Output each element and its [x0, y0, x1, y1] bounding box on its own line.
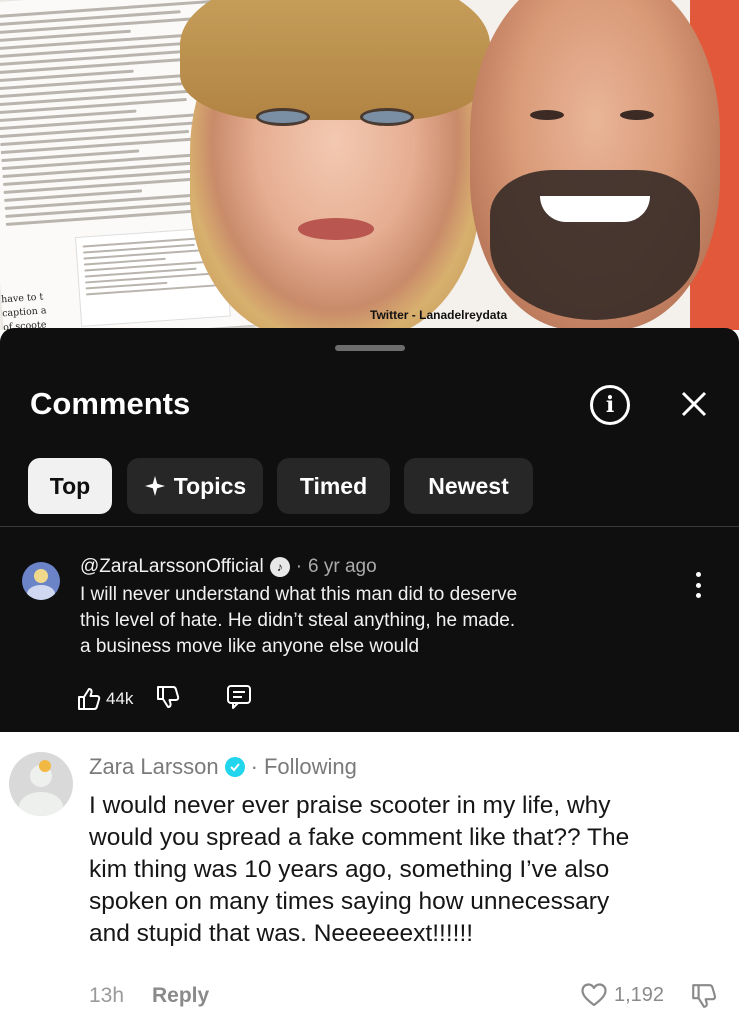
reply-time: 13h [89, 984, 125, 1007]
thumbs-up-icon [78, 688, 101, 710]
drag-handle[interactable] [335, 345, 405, 351]
separator-dot: · [295, 556, 303, 577]
chip-timed[interactable]: Timed [277, 458, 390, 514]
comment-line: this level of hate. He didn’t steal anyt… [80, 610, 516, 631]
avatar[interactable] [22, 562, 60, 600]
comment-line: a business move like anyone else would [80, 636, 420, 657]
avatar[interactable] [9, 752, 73, 816]
like-count: 44k [106, 689, 134, 708]
close-icon [681, 391, 707, 417]
reply-button[interactable] [225, 683, 253, 716]
chip-label: Topics [173, 472, 247, 499]
divider [0, 526, 739, 527]
comment-actions: 44k [76, 684, 253, 714]
reply-comment: Zara Larsson · Following I would never e… [0, 732, 739, 1024]
man-portrait-image [470, 0, 720, 330]
like-button[interactable]: 1,192 [580, 982, 664, 1008]
video-thumbnail[interactable]: have to t caption a of scoote Twitter - … [0, 0, 739, 330]
dislike-button[interactable] [155, 684, 181, 715]
reply-line: I would never ever praise scooter in my … [89, 792, 611, 819]
reply-author[interactable]: Zara Larsson [89, 754, 219, 780]
watermark-text: Twitter - Lanadelreydata [370, 308, 508, 322]
sparkle-icon [144, 476, 165, 496]
reply-text: I would never ever praise scooter in my … [89, 790, 719, 950]
panel-title: Comments [30, 386, 191, 421]
comment-meta: @ZaraLarssonOfficial ♪ · 6 yr ago [80, 556, 377, 578]
info-button[interactable]: i [590, 385, 630, 425]
like-button[interactable]: 44k [76, 686, 133, 712]
chip-label: Newest [428, 472, 509, 499]
verified-icon [224, 757, 245, 777]
reply-line: and stupid that was. Neeeeeext!!!!!! [89, 920, 474, 947]
comment-time: 6 yr ago [308, 556, 377, 577]
reply-comment-icon [227, 684, 252, 709]
reply-line: kim thing was 10 years ago, something I’… [89, 856, 610, 883]
thumbs-down-icon [157, 685, 180, 708]
chip-top[interactable]: Top [28, 458, 112, 514]
reply-meta: Zara Larsson · Following [89, 754, 357, 780]
comment-author[interactable]: @ZaraLarssonOfficial [80, 556, 264, 578]
comments-panel: Comments i Top Topics Timed Newest @Zara… [0, 328, 739, 732]
reply-line: spoken on many times saying how unnecess… [89, 888, 610, 915]
reply-line: would you spread a fake comment like tha… [89, 824, 630, 851]
close-button[interactable] [672, 380, 716, 428]
comment-text: I will never understand what this man di… [80, 582, 640, 660]
woman-portrait-image [180, 0, 490, 330]
like-count: 1,192 [614, 983, 665, 1006]
more-vertical-icon[interactable] [688, 572, 708, 598]
heart-icon [581, 983, 607, 1007]
info-icon: i [605, 392, 615, 418]
dislike-button[interactable] [690, 982, 718, 1015]
chip-newest[interactable]: Newest [404, 458, 533, 514]
comment-line: I will never understand what this man di… [80, 584, 518, 605]
chip-label: Timed [299, 472, 368, 499]
separator-dot: · [250, 754, 258, 779]
music-note-badge-icon: ♪ [269, 557, 290, 577]
thumbs-down-icon [692, 984, 717, 1008]
reply-button[interactable]: Reply [152, 984, 209, 1008]
chip-label: Top [49, 472, 91, 499]
chip-topics[interactable]: Topics [127, 458, 263, 514]
following-label: Following [263, 754, 357, 779]
